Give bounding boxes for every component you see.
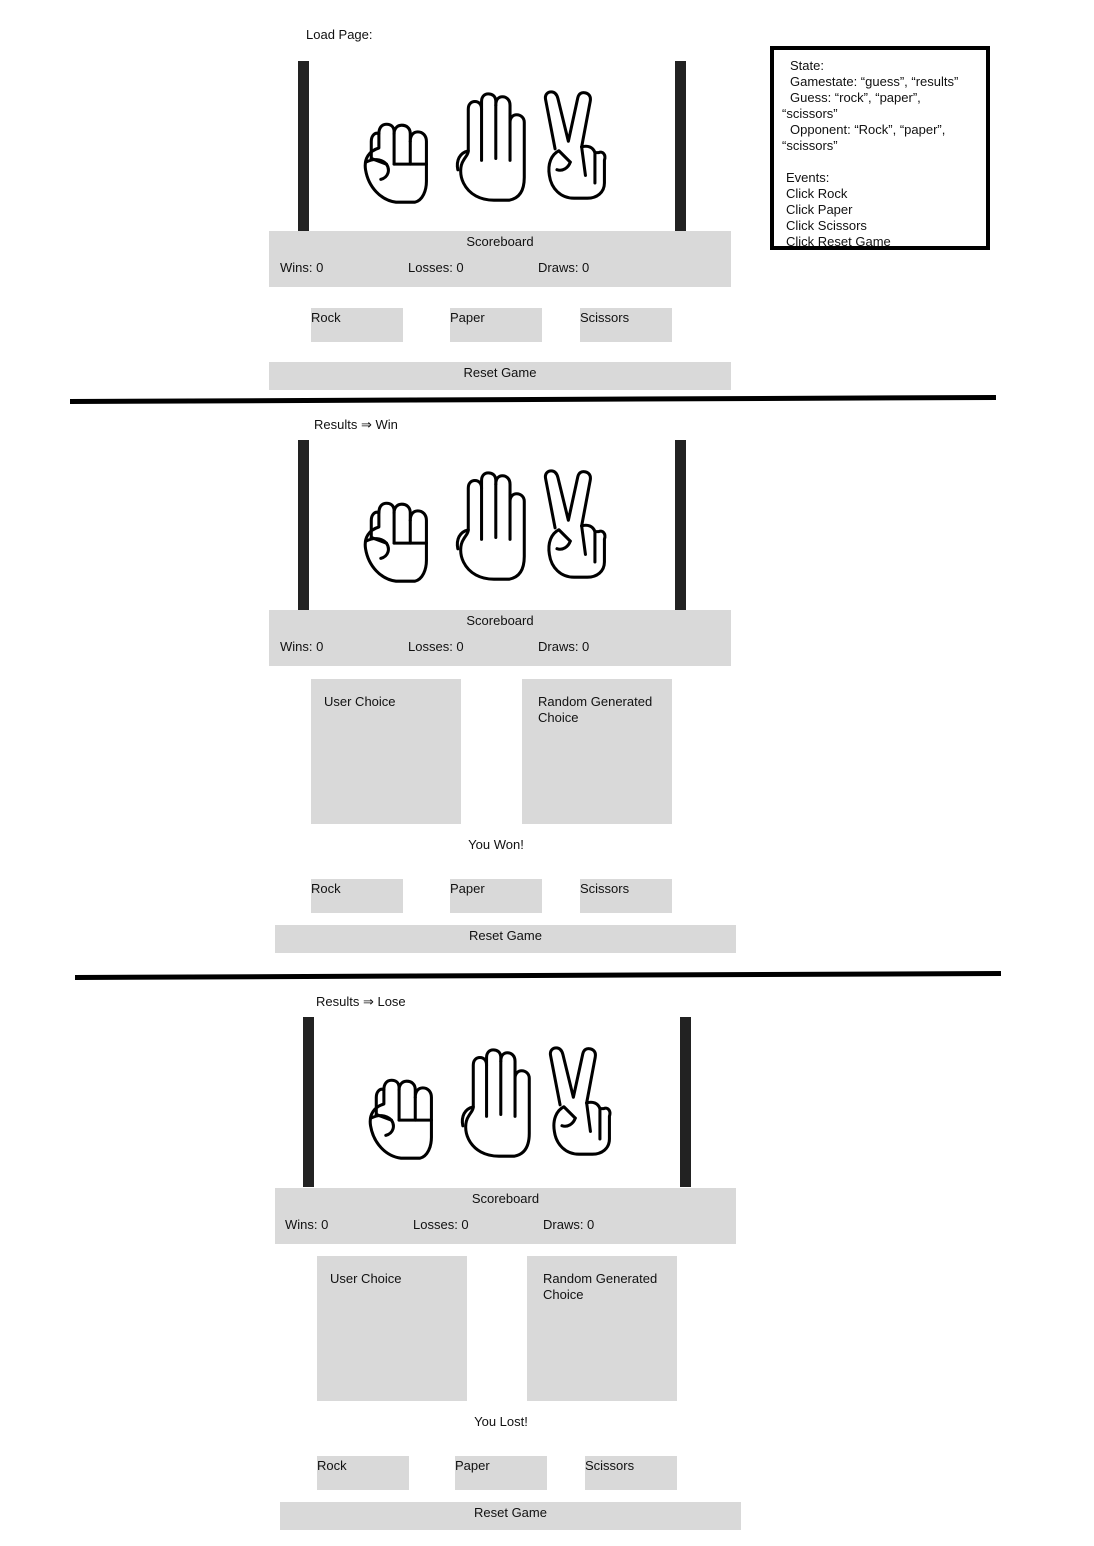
random-choice-panel: Random Generated Choice: [522, 679, 672, 824]
section-title: Results ⇒ Lose: [316, 994, 406, 1009]
draws-count: Draws: 0: [538, 260, 590, 275]
opponent-line: Opponent: “Rock”, “paper”,: [790, 122, 946, 137]
event-item: Click Paper: [786, 202, 853, 217]
reset-game-button[interactable]: Reset Game: [269, 362, 731, 390]
rock-hand-icon: [363, 501, 428, 583]
rock-button[interactable]: Rock: [311, 879, 403, 913]
scissors-button-label: Scissors: [585, 1458, 635, 1473]
losses-count: Losses: 0: [408, 260, 464, 275]
random-choice-label: Random Generated Choice: [538, 694, 653, 725]
wins-count: Wins: 0: [280, 639, 324, 654]
scissors-hand-icon: [543, 469, 607, 579]
left-pillar: [303, 1017, 314, 1187]
paper-button-label: Paper: [450, 881, 485, 896]
paper-hand-icon: [455, 92, 526, 202]
scissors-button[interactable]: Scissors: [580, 308, 672, 342]
guess-line-cont: “scissors”: [782, 106, 838, 121]
scoreboard: Scoreboard Wins: 0 Losses: 0 Draws: 0: [269, 231, 731, 287]
scissors-hand-icon: [548, 1046, 612, 1156]
rock-hand-icon: [363, 122, 428, 204]
scissors-button-label: Scissors: [580, 310, 630, 325]
scoreboard-title: Scoreboard: [466, 234, 534, 249]
reset-game-label: Reset Game: [474, 1505, 547, 1520]
left-pillar: [298, 440, 309, 610]
random-choice-label: Random Generated Choice: [543, 1271, 658, 1302]
right-pillar: [675, 61, 686, 231]
scissors-button[interactable]: Scissors: [580, 879, 672, 913]
losses-count: Losses: 0: [408, 639, 464, 654]
user-choice-panel: User Choice: [317, 1256, 467, 1401]
reset-game-label: Reset Game: [463, 365, 537, 380]
losses-count: Losses: 0: [413, 1217, 469, 1232]
reset-game-button[interactable]: Reset Game: [280, 1502, 741, 1530]
draws-count: Draws: 0: [538, 639, 590, 654]
paper-button-label: Paper: [450, 310, 485, 325]
result-message: You Won!: [468, 837, 524, 852]
scissors-button-label: Scissors: [580, 881, 630, 896]
user-choice-label: User Choice: [324, 694, 396, 709]
opponent-line-cont: “scissors”: [782, 138, 838, 153]
right-pillar: [680, 1017, 691, 1187]
scissors-button[interactable]: Scissors: [585, 1456, 677, 1490]
gamestate-line: Gamestate: “guess”, “results”: [790, 74, 959, 89]
right-pillar: [675, 440, 686, 610]
event-item: Click Rock: [786, 186, 848, 201]
paper-button[interactable]: Paper: [450, 879, 542, 913]
section-title: Load Page:: [306, 27, 373, 42]
wins-count: Wins: 0: [285, 1217, 329, 1232]
rock-button[interactable]: Rock: [311, 308, 403, 342]
user-choice-panel: User Choice: [311, 679, 461, 824]
scoreboard-title: Scoreboard: [471, 1191, 540, 1206]
state-label: State:: [790, 58, 824, 73]
draws-count: Draws: 0: [543, 1217, 595, 1232]
scoreboard-title: Scoreboard: [466, 613, 534, 628]
reset-game-label: Reset Game: [469, 928, 542, 943]
paper-button[interactable]: Paper: [450, 308, 542, 342]
event-item: Click Scissors: [786, 218, 867, 233]
section-divider: [69, 394, 997, 404]
rock-button[interactable]: Rock: [317, 1456, 409, 1490]
event-item: Click Reset Game: [786, 234, 891, 249]
rock-button-label: Rock: [317, 1458, 347, 1473]
paper-button-label: Paper: [455, 1458, 490, 1473]
section-divider: [74, 970, 1002, 980]
scoreboard: Scoreboard Wins: 0 Losses: 0 Draws: 0: [269, 610, 731, 666]
scoreboard: Scoreboard Wins: 0 Losses: 0 Draws: 0: [275, 1188, 736, 1244]
rock-button-label: Rock: [311, 881, 341, 896]
guess-line: Guess: “rock”, “paper”,: [790, 90, 921, 105]
paper-hand-icon: [460, 1048, 531, 1158]
user-choice-label: User Choice: [330, 1271, 402, 1286]
rock-hand-icon: [368, 1078, 433, 1160]
left-pillar: [298, 61, 309, 231]
random-choice-panel: Random Generated Choice: [527, 1256, 677, 1401]
events-label: Events:: [786, 170, 830, 185]
rock-button-label: Rock: [311, 310, 341, 325]
reset-game-button[interactable]: Reset Game: [275, 925, 736, 953]
paper-button[interactable]: Paper: [455, 1456, 547, 1490]
state-events-note: State: Gamestate: “guess”, “results” Gue…: [770, 46, 990, 250]
section-title: Results ⇒ Win: [314, 417, 398, 432]
scissors-hand-icon: [543, 90, 607, 200]
paper-hand-icon: [455, 471, 526, 581]
result-message: You Lost!: [474, 1414, 528, 1429]
wins-count: Wins: 0: [280, 260, 324, 275]
